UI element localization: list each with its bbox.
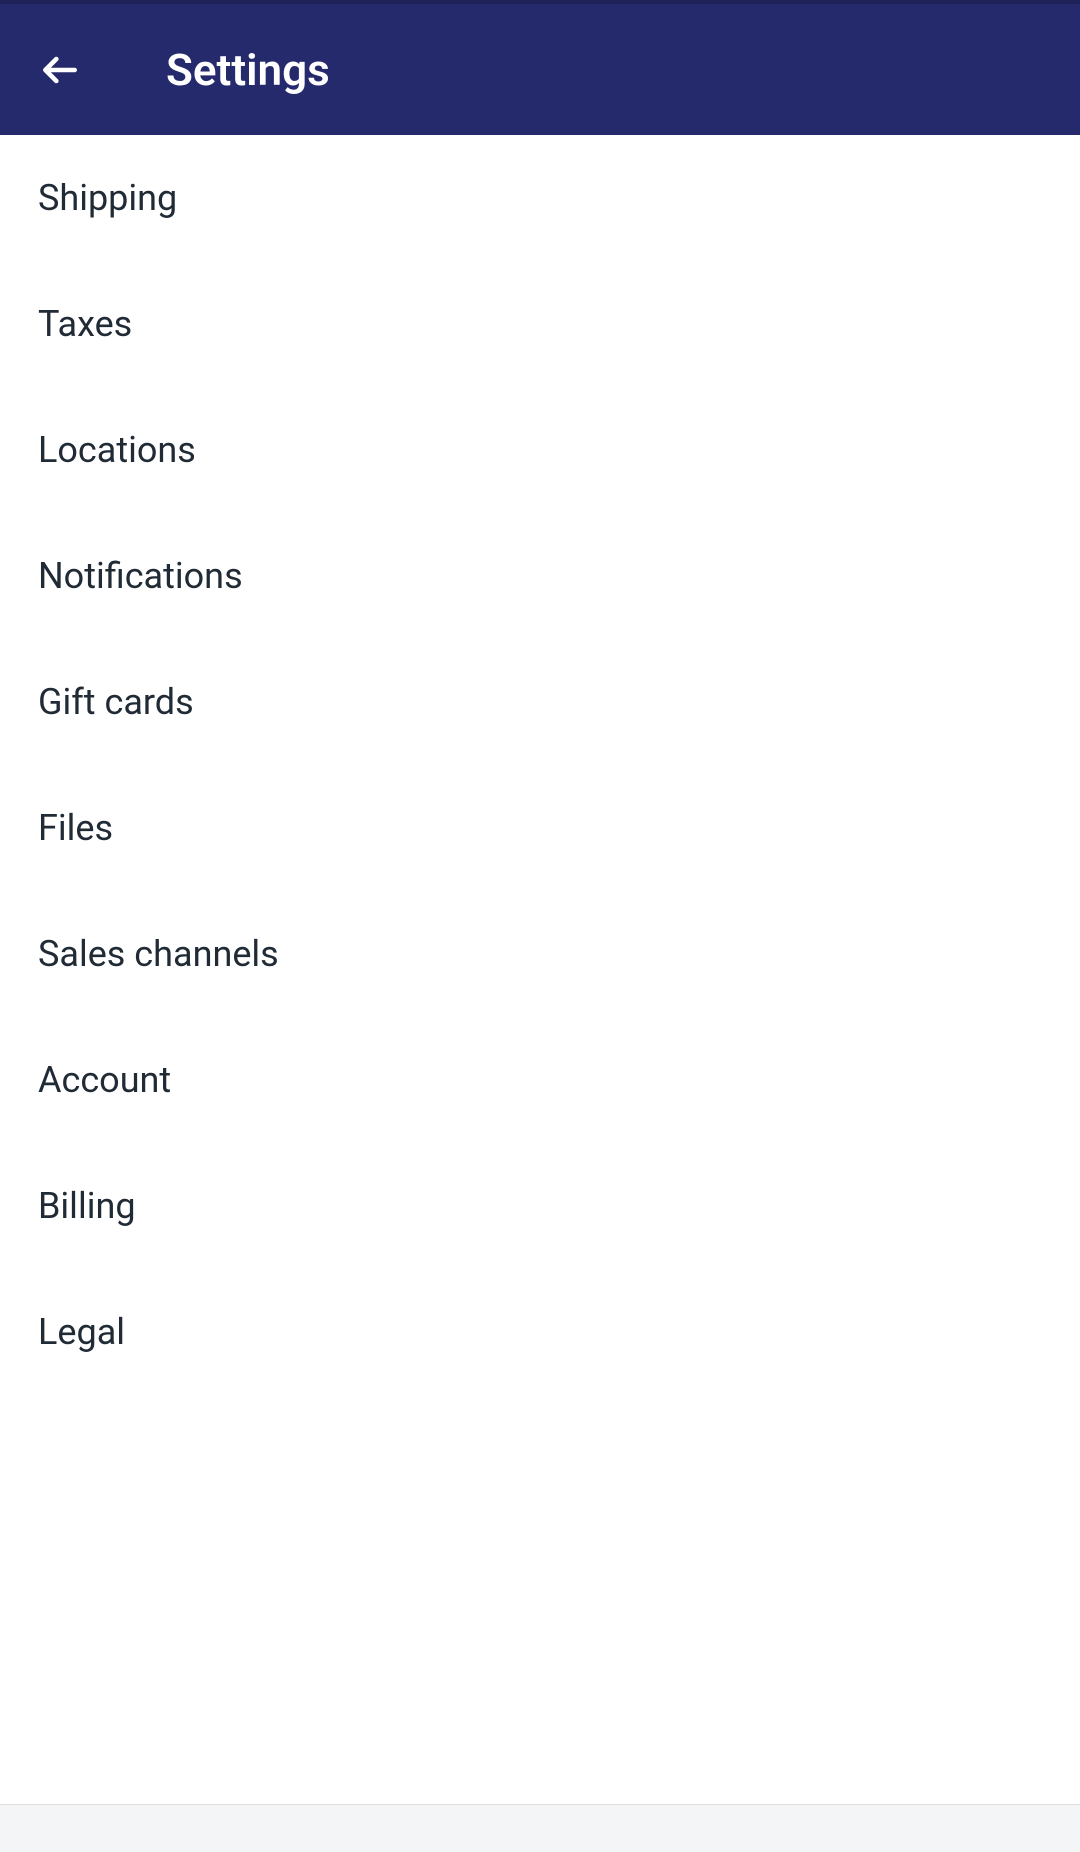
settings-item-label: Shipping xyxy=(38,177,177,219)
settings-item-legal[interactable]: Legal xyxy=(0,1269,1080,1395)
settings-item-label: Gift cards xyxy=(38,681,194,723)
settings-item-locations[interactable]: Locations xyxy=(0,387,1080,513)
settings-item-taxes[interactable]: Taxes xyxy=(0,261,1080,387)
settings-item-label: Notifications xyxy=(38,555,243,597)
settings-item-gift-cards[interactable]: Gift cards xyxy=(0,639,1080,765)
settings-item-label: Files xyxy=(38,807,113,849)
page-title: Settings xyxy=(166,44,330,96)
settings-item-label: Taxes xyxy=(38,303,132,345)
settings-item-account[interactable]: Account xyxy=(0,1017,1080,1143)
arrow-left-icon xyxy=(38,48,82,92)
settings-item-label: Sales channels xyxy=(38,933,279,975)
settings-item-sales-channels[interactable]: Sales channels xyxy=(0,891,1080,1017)
settings-item-label: Legal xyxy=(38,1311,125,1353)
settings-item-billing[interactable]: Billing xyxy=(0,1143,1080,1269)
bottom-bar xyxy=(0,1804,1080,1852)
settings-item-shipping[interactable]: Shipping xyxy=(0,135,1080,261)
settings-list: Shipping Taxes Locations Notifications G… xyxy=(0,135,1080,1804)
header: Settings xyxy=(0,4,1080,135)
settings-item-label: Billing xyxy=(38,1185,136,1227)
settings-item-files[interactable]: Files xyxy=(0,765,1080,891)
settings-item-label: Locations xyxy=(38,429,196,471)
back-button[interactable] xyxy=(38,48,82,92)
settings-item-notifications[interactable]: Notifications xyxy=(0,513,1080,639)
settings-item-label: Account xyxy=(38,1059,171,1101)
